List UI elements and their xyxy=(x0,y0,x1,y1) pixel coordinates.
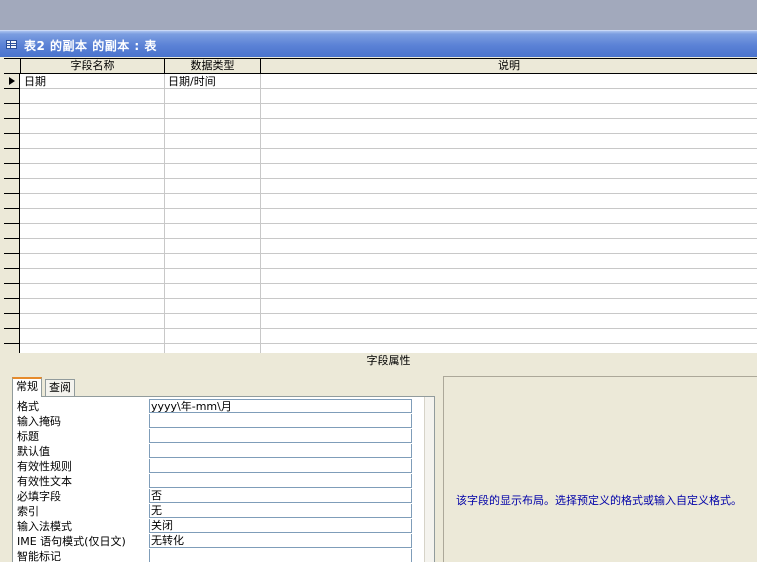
window-title: 表2 的副本 的副本 : 表 xyxy=(24,39,157,53)
property-label: 智能标记 xyxy=(17,550,61,562)
property-label: IME 语句模式(仅日文) xyxy=(17,535,126,548)
grid-line xyxy=(20,343,757,344)
row-selector[interactable] xyxy=(4,74,19,89)
title-bar[interactable]: 表2 的副本 的副本 : 表 xyxy=(0,30,757,57)
grid-line xyxy=(20,133,757,134)
field-name-cell[interactable]: 日期 xyxy=(22,75,164,89)
row-selector[interactable] xyxy=(4,194,19,209)
grid-column-line xyxy=(260,74,261,353)
property-label: 默认值 xyxy=(17,445,50,458)
property-row: 输入掩码 xyxy=(13,414,412,429)
property-value-input[interactable] xyxy=(149,474,412,488)
grid-line xyxy=(20,178,757,179)
row-selector[interactable] xyxy=(4,164,19,179)
row-selector[interactable] xyxy=(4,269,19,284)
property-label: 格式 xyxy=(17,400,39,413)
grid-line xyxy=(20,253,757,254)
row-selector[interactable] xyxy=(4,239,19,254)
property-value-input[interactable]: yyyy\年-mm\月 xyxy=(149,399,412,413)
property-value-input[interactable]: 否 xyxy=(149,489,412,503)
grid-line xyxy=(20,193,757,194)
property-row: 智能标记 xyxy=(13,549,412,562)
help-panel: 该字段的显示布局。选择预定义的格式或输入自定义格式。 xyxy=(443,376,757,562)
column-header-description[interactable]: 说明 xyxy=(261,59,757,73)
property-row: 标题 xyxy=(13,429,412,444)
grid-line xyxy=(20,283,757,284)
column-header-data-type[interactable]: 数据类型 xyxy=(165,59,261,73)
property-label: 有效性文本 xyxy=(17,475,72,488)
row-selector[interactable] xyxy=(4,284,19,299)
field-properties-header: 字段属性 xyxy=(366,354,411,367)
grid-line xyxy=(20,238,757,239)
grid-line xyxy=(20,148,757,149)
properties-scrollbar[interactable] xyxy=(424,397,434,562)
grid-column-line xyxy=(164,74,165,353)
property-row: 有效性规则 xyxy=(13,459,412,474)
property-value-input[interactable] xyxy=(149,429,412,443)
grid-line xyxy=(20,118,757,119)
property-value-input[interactable] xyxy=(149,549,412,562)
grid-line xyxy=(20,328,757,329)
property-row: 必填字段 否 xyxy=(13,489,412,504)
tab-lookup[interactable]: 查阅 xyxy=(45,379,75,396)
column-header-field-name[interactable]: 字段名称 xyxy=(21,59,165,73)
description-cell[interactable] xyxy=(262,75,754,89)
property-row: 有效性文本 xyxy=(13,474,412,489)
row-selector[interactable] xyxy=(4,224,19,239)
table-icon xyxy=(6,40,17,49)
table-design-window: 表2 的副本 的副本 : 表 字段名称 数据类型 说明 日期 日期/时间 字段属… xyxy=(0,30,757,562)
property-row: 默认值 xyxy=(13,444,412,459)
help-text: 该字段的显示布局。选择预定义的格式或输入自定义格式。 xyxy=(456,494,742,507)
row-selector-column xyxy=(4,74,20,353)
grid-line xyxy=(20,163,757,164)
general-properties-panel: 格式 yyyy\年-mm\月 输入掩码 标题 默认值 有效性规则 有效性文本 必填字段否索引无… xyxy=(12,396,435,562)
property-value-input[interactable] xyxy=(149,444,412,458)
property-row: 索引 无 xyxy=(13,504,412,519)
property-value-input[interactable] xyxy=(149,414,412,428)
row-selector[interactable] xyxy=(4,149,19,164)
property-label: 输入法模式 xyxy=(17,520,72,533)
field-design-grid: 字段名称 数据类型 说明 日期 日期/时间 xyxy=(4,58,757,353)
grid-header: 字段名称 数据类型 说明 xyxy=(4,59,757,74)
property-value-input[interactable]: 无 xyxy=(149,504,412,518)
tab-general[interactable]: 常规 xyxy=(12,377,42,397)
row-selector[interactable] xyxy=(4,344,19,353)
row-selector[interactable] xyxy=(4,209,19,224)
row-selector[interactable] xyxy=(4,104,19,119)
grid-line xyxy=(20,223,757,224)
data-type-cell[interactable]: 日期/时间 xyxy=(166,75,260,89)
row-selector[interactable] xyxy=(4,314,19,329)
row-selector[interactable] xyxy=(4,329,19,344)
row-selector[interactable] xyxy=(4,119,19,134)
property-label: 索引 xyxy=(17,505,39,518)
property-row: 输入法模式 关闭 xyxy=(13,519,412,534)
property-label: 输入掩码 xyxy=(17,415,61,428)
property-row: IME 语句模式(仅日文) 无转化 xyxy=(13,534,412,549)
grid-line xyxy=(20,268,757,269)
property-row: 格式 yyyy\年-mm\月 xyxy=(13,399,412,414)
row-pointer-icon xyxy=(9,77,15,85)
grid-line xyxy=(20,313,757,314)
property-label: 标题 xyxy=(17,430,39,443)
grid-line xyxy=(20,298,757,299)
property-value-input[interactable]: 关闭 xyxy=(149,519,412,533)
row-selector[interactable] xyxy=(4,299,19,314)
property-label: 有效性规则 xyxy=(17,460,72,473)
row-selector[interactable] xyxy=(4,254,19,269)
property-value-input[interactable] xyxy=(149,459,412,473)
row-selector[interactable] xyxy=(4,89,19,104)
row-selector[interactable] xyxy=(4,134,19,149)
grid-line xyxy=(20,208,757,209)
property-label: 必填字段 xyxy=(17,490,61,503)
property-value-input[interactable]: 无转化 xyxy=(149,534,412,548)
row-selector[interactable] xyxy=(4,179,19,194)
row-selector-header[interactable] xyxy=(4,59,21,73)
grid-line xyxy=(20,103,757,104)
